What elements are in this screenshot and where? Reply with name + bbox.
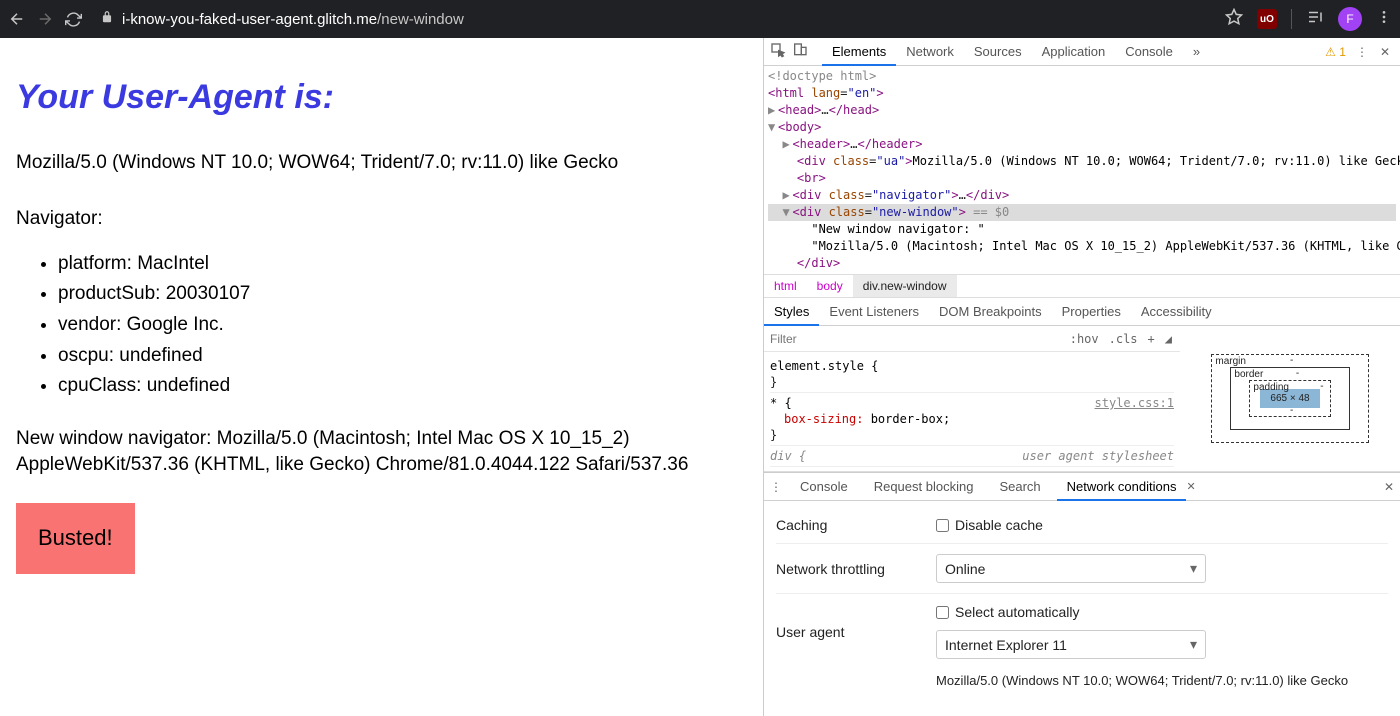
dom-tree[interactable]: <!doctype html> <html lang="en"> ▶<head>… xyxy=(764,66,1400,274)
devtools-drawer: ⋮ Console Request blocking Search Networ… xyxy=(764,472,1400,716)
media-control-icon[interactable] xyxy=(1306,8,1324,31)
chevron-down-icon: ▾ xyxy=(1190,560,1197,577)
styles-filter-input[interactable] xyxy=(764,328,1062,350)
new-window-result: New window navigator: Mozilla/5.0 (Macin… xyxy=(16,426,747,479)
chevron-down-icon: ▾ xyxy=(1190,636,1197,653)
add-rule-icon[interactable]: + xyxy=(1148,332,1155,346)
hov-toggle[interactable]: :hov xyxy=(1070,332,1099,346)
navigator-label: Navigator: xyxy=(16,206,747,233)
tab-dom-breakpoints[interactable]: DOM Breakpoints xyxy=(929,298,1052,325)
drawer-tab-console[interactable]: Console xyxy=(790,473,858,500)
devtools-panel: Elements Network Sources Application Con… xyxy=(763,38,1400,716)
styles-filter-bar: :hov .cls + ◢ xyxy=(764,326,1180,352)
user-agent-full-string: Mozilla/5.0 (Windows NT 10.0; WOW64; Tri… xyxy=(936,673,1388,688)
tab-styles[interactable]: Styles xyxy=(764,298,819,325)
busted-badge: Busted! xyxy=(16,503,135,574)
tab-event-listeners[interactable]: Event Listeners xyxy=(819,298,929,325)
user-agent-label: User agent xyxy=(776,624,936,640)
forward-button[interactable] xyxy=(36,10,54,28)
list-item: oscpu: undefined xyxy=(58,343,747,370)
list-item: platform: MacIntel xyxy=(58,251,747,278)
caching-label: Caching xyxy=(776,517,936,533)
tab-network[interactable]: Network xyxy=(896,38,964,65)
browser-toolbar: i-know-you-faked-user-agent.glitch.me/ne… xyxy=(0,0,1400,38)
back-button[interactable] xyxy=(8,10,26,28)
drawer-tab-network-conditions[interactable]: Network conditions xyxy=(1057,473,1187,500)
inspect-element-icon[interactable] xyxy=(768,40,788,63)
tab-accessibility[interactable]: Accessibility xyxy=(1131,298,1222,325)
page-content: Your User-Agent is: Mozilla/5.0 (Windows… xyxy=(0,38,763,716)
user-agent-select[interactable]: Internet Explorer 11▾ xyxy=(936,630,1206,659)
expand-icon[interactable]: ◢ xyxy=(1165,332,1172,346)
tab-more[interactable]: » xyxy=(1183,38,1210,65)
close-tab-icon[interactable]: ✕ xyxy=(1186,480,1195,493)
cls-toggle[interactable]: .cls xyxy=(1109,332,1138,346)
devtools-toolbar: Elements Network Sources Application Con… xyxy=(764,38,1400,66)
drawer-tab-search[interactable]: Search xyxy=(989,473,1050,500)
tab-sources[interactable]: Sources xyxy=(964,38,1032,65)
breadcrumb-body[interactable]: body xyxy=(807,275,853,297)
close-drawer-icon[interactable]: ✕ xyxy=(1382,478,1396,496)
close-devtools-icon[interactable]: ✕ xyxy=(1378,43,1392,61)
reload-button[interactable] xyxy=(64,10,82,28)
separator xyxy=(1291,9,1292,29)
kebab-menu-icon[interactable] xyxy=(1376,9,1392,30)
tab-elements[interactable]: Elements xyxy=(822,38,896,65)
ublock-extension-icon[interactable]: uO xyxy=(1257,9,1277,29)
lock-icon xyxy=(100,10,114,29)
device-toolbar-icon[interactable] xyxy=(790,40,810,63)
warnings-badge[interactable]: ⚠ 1 xyxy=(1325,45,1346,59)
list-item: productSub: 20030107 xyxy=(58,281,747,308)
tab-properties[interactable]: Properties xyxy=(1052,298,1131,325)
box-model-diagram: margin- border- padding- 665 × 48 - xyxy=(1180,326,1400,471)
bookmark-icon[interactable] xyxy=(1225,8,1243,31)
settings-icon[interactable]: ⋮ xyxy=(1354,43,1370,61)
disable-cache-checkbox[interactable]: Disable cache xyxy=(936,517,1043,533)
throttling-select[interactable]: Online▾ xyxy=(936,554,1206,583)
dom-breadcrumb[interactable]: html body div.new-window xyxy=(764,274,1400,298)
url-text: i-know-you-faked-user-agent.glitch.me/ne… xyxy=(122,11,464,28)
select-auto-checkbox[interactable]: Select automatically xyxy=(936,604,1080,620)
css-rules[interactable]: element.style {} style.css:1* {box-sizin… xyxy=(764,352,1180,471)
breadcrumb-html[interactable]: html xyxy=(764,275,807,297)
profile-avatar[interactable]: F xyxy=(1338,7,1362,31)
breadcrumb-div[interactable]: div.new-window xyxy=(853,275,957,297)
list-item: cpuClass: undefined xyxy=(58,373,747,400)
drawer-menu-icon[interactable]: ⋮ xyxy=(768,478,784,496)
address-bar[interactable]: i-know-you-faked-user-agent.glitch.me/ne… xyxy=(92,4,1215,34)
page-heading: Your User-Agent is: xyxy=(16,74,747,122)
drawer-tab-request-blocking[interactable]: Request blocking xyxy=(864,473,984,500)
throttling-label: Network throttling xyxy=(776,561,936,577)
tab-application[interactable]: Application xyxy=(1032,38,1116,65)
tab-console[interactable]: Console xyxy=(1115,38,1183,65)
list-item: vendor: Google Inc. xyxy=(58,312,747,339)
user-agent-text: Mozilla/5.0 (Windows NT 10.0; WOW64; Tri… xyxy=(16,150,747,177)
navigator-list: platform: MacIntel productSub: 20030107 … xyxy=(58,251,747,400)
styles-tabs: Styles Event Listeners DOM Breakpoints P… xyxy=(764,298,1400,326)
